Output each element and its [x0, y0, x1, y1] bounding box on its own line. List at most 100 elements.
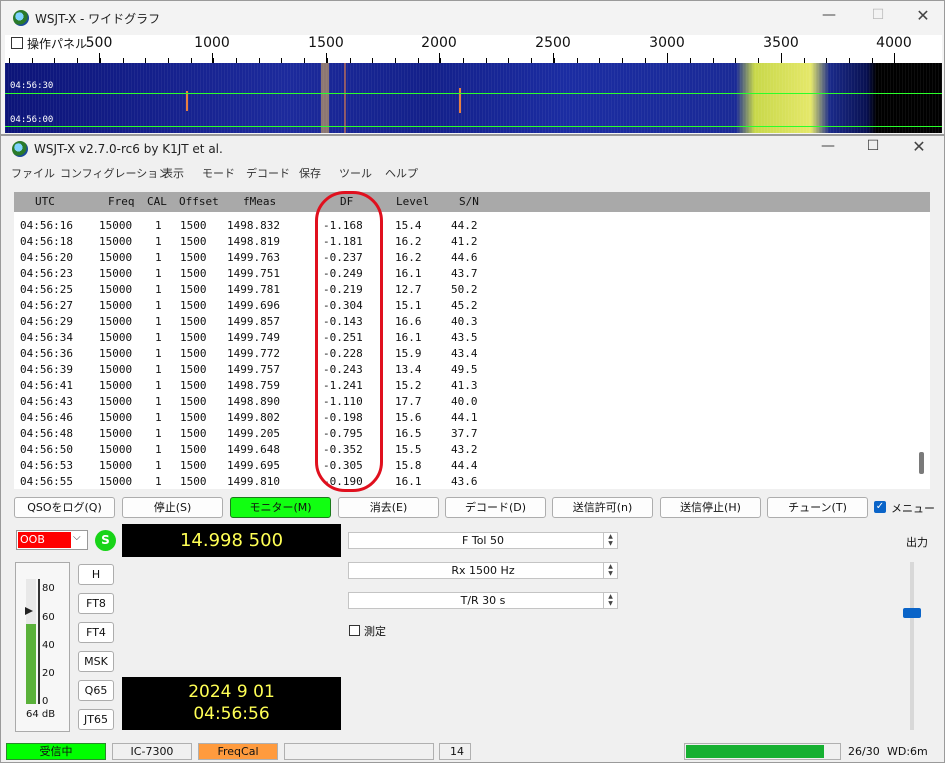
table-row[interactable]: 04:56:34 15000 1 1500 1499.749 -0.251 16.1 43.5 [14, 330, 914, 346]
table-row[interactable]: 04:56:18 15000 1 1500 1498.819 -1.181 16.2 41.2 [14, 234, 914, 250]
mode-button-q65[interactable]: Q65 [78, 680, 114, 701]
table-row[interactable]: 04:56:50 15000 1 1500 1499.648 -0.352 15.5 43.2 [14, 442, 914, 458]
table-cell: 1499.857 [227, 315, 280, 328]
stop-button[interactable]: 停止(S) [122, 497, 223, 518]
table-cell: 40.3 [451, 315, 478, 328]
table-cell: 15.8 [395, 459, 422, 472]
output-slider-handle[interactable] [903, 608, 921, 618]
minimize-icon[interactable]: — [814, 7, 844, 23]
rx-frequency-spinbox[interactable]: Rx 1500 Hz ▲ ▼ [348, 562, 618, 579]
maximize-icon[interactable]: ☐ [863, 7, 893, 23]
tr-period-spinbox[interactable]: T/R 30 s ▲ ▼ [348, 592, 618, 609]
table-row[interactable]: 04:56:55 15000 1 1500 1499.810 -0.190 16.1 43.6 [14, 474, 914, 490]
monitor-button[interactable]: モニター(M) [230, 497, 331, 518]
table-row[interactable]: 04:56:36 15000 1 1500 1499.772 -0.228 15.9 43.4 [14, 346, 914, 362]
spin-arrows-icon[interactable]: ▲ ▼ [603, 563, 617, 578]
table-row[interactable]: 04:56:20 15000 1 1500 1499.763 -0.237 16.2 44.6 [14, 250, 914, 266]
status-receiving: 受信中 [6, 743, 106, 760]
mode-button-msk[interactable]: MSK [78, 651, 114, 672]
log-qso-button[interactable]: QSOをログ(Q) [14, 497, 115, 518]
table-row[interactable]: 04:56:53 15000 1 1500 1499.695 -0.305 15.8 44.4 [14, 458, 914, 474]
mode-button-jt65[interactable]: JT65 [78, 709, 114, 730]
table-row[interactable]: 04:56:48 15000 1 1500 1499.205 -0.795 16.5 37.7 [14, 426, 914, 442]
table-cell: 15.4 [395, 219, 422, 232]
output-slider-track[interactable] [910, 562, 914, 730]
band-selector[interactable]: OOB ⌵ [16, 530, 88, 550]
maximize-icon[interactable]: ☐ [858, 138, 888, 154]
waterfall-display[interactable]: 04:56:30 04:56:00 [5, 63, 942, 133]
table-cell: 43.4 [451, 347, 478, 360]
menu-save[interactable]: 保存 [299, 165, 321, 181]
menu-help[interactable]: ヘルプ [385, 165, 418, 181]
table-row[interactable]: 04:56:43 15000 1 1500 1498.890 -1.110 17.7 40.0 [14, 394, 914, 410]
table-cell: 1500 [180, 331, 207, 344]
table-cell: 1 [155, 459, 162, 472]
table-cell: 40.0 [451, 395, 478, 408]
table-cell: 41.3 [451, 379, 478, 392]
wide-graph-title: WSJT-X - ワイドグラフ [35, 12, 161, 26]
wide-graph-window: WSJT-X - ワイドグラフ — ☐ ✕ 操作パネル 500 1000 1500 2… [0, 0, 945, 135]
ftol-spinbox[interactable]: F Tol 50 ▲ ▼ [348, 532, 618, 549]
frequency-tick-label: 3000 [649, 35, 685, 51]
menu-configuration[interactable]: コンフィグレーション [60, 165, 169, 181]
time-marker-line [5, 93, 942, 94]
wsjtx-logo-icon [13, 10, 29, 26]
table-cell: 15000 [99, 283, 133, 296]
tx-progress-fill [686, 745, 824, 758]
minimize-icon[interactable]: — [813, 138, 843, 154]
table-cell: 1 [155, 395, 162, 408]
table-cell: 1 [155, 443, 162, 456]
table-row[interactable]: 04:56:46 15000 1 1500 1499.802 -0.198 15.6 44.1 [14, 410, 914, 426]
status-value: 14 [439, 743, 471, 760]
close-icon[interactable]: ✕ [904, 137, 934, 156]
halt-tx-button[interactable]: 送信停止(H) [660, 497, 761, 518]
measurement-table[interactable]: 04:56:16 15000 1 1500 1498.832 -1.168 15.4 44.2… [14, 212, 930, 489]
spin-arrows-icon[interactable]: ▲ ▼ [603, 593, 617, 608]
signal-meter: 80 60 40 20 0 64 dB [15, 562, 70, 732]
mode-button-ft8[interactable]: FT8 [78, 593, 114, 614]
mode-button-ft4[interactable]: FT4 [78, 622, 114, 643]
menu-bar: ファイル コンフィグレーション 表示 モード デコード 保存 ツール ヘルプ [0, 165, 945, 183]
table-row[interactable]: 04:56:41 15000 1 1500 1498.759 -1.241 15.2 41.3 [14, 378, 914, 394]
table-row[interactable]: 04:56:29 15000 1 1500 1499.857 -0.143 16.6 40.3 [14, 314, 914, 330]
scrollbar-thumb[interactable] [919, 452, 924, 474]
meter-db-label: 64 dB [26, 709, 56, 720]
menu-decode[interactable]: デコード [246, 165, 290, 181]
table-cell: 1499.695 [227, 459, 280, 472]
table-row[interactable]: 04:56:25 15000 1 1500 1499.781 -0.219 12.7 50.2 [14, 282, 914, 298]
table-row[interactable]: 04:56:27 15000 1 1500 1499.696 -0.304 15.1 45.2 [14, 298, 914, 314]
tune-button[interactable]: チューン(T) [767, 497, 868, 518]
close-icon[interactable]: ✕ [908, 6, 938, 25]
table-cell: 41.2 [451, 235, 478, 248]
menu-mode[interactable]: モード [202, 165, 235, 181]
mode-button-h[interactable]: H [78, 564, 114, 585]
decode-button[interactable]: デコード(D) [445, 497, 546, 518]
table-cell: 15.2 [395, 379, 422, 392]
table-cell: 1 [155, 315, 162, 328]
table-cell: 16.2 [395, 251, 422, 264]
erase-button[interactable]: 消去(E) [338, 497, 439, 518]
menu-file[interactable]: ファイル [11, 165, 55, 181]
table-cell: 1499.763 [227, 251, 280, 264]
table-cell: 1500 [180, 379, 207, 392]
table-cell: 12.7 [395, 283, 422, 296]
table-cell: 16.5 [395, 427, 422, 440]
spin-arrows-icon[interactable]: ▲ ▼ [603, 533, 617, 548]
table-cell: 1 [155, 427, 162, 440]
time-display: 04:56:56 [193, 704, 270, 724]
table-cell: 1498.759 [227, 379, 280, 392]
menu-view[interactable]: 表示 [162, 165, 184, 181]
table-row[interactable]: 04:56:39 15000 1 1500 1499.757 -0.243 13.4 49.5 [14, 362, 914, 378]
table-cell: 04:56:55 [20, 475, 73, 488]
table-row[interactable]: 04:56:16 15000 1 1500 1498.832 -1.168 15.4 44.2 [14, 218, 914, 234]
menus-checkbox[interactable]: ✓ [874, 501, 886, 513]
menu-tools[interactable]: ツール [339, 165, 372, 181]
table-row[interactable]: 04:56:23 15000 1 1500 1499.751 -0.249 16.1 43.7 [14, 266, 914, 282]
table-cell: 15000 [99, 411, 133, 424]
enable-tx-button[interactable]: 送信許可(n) [552, 497, 653, 518]
measure-checkbox[interactable] [349, 625, 360, 636]
table-cell: 1499.205 [227, 427, 280, 440]
table-cell: 43.7 [451, 267, 478, 280]
rx-frequency-marker [321, 63, 329, 133]
s-meter-button[interactable]: S [95, 530, 116, 551]
